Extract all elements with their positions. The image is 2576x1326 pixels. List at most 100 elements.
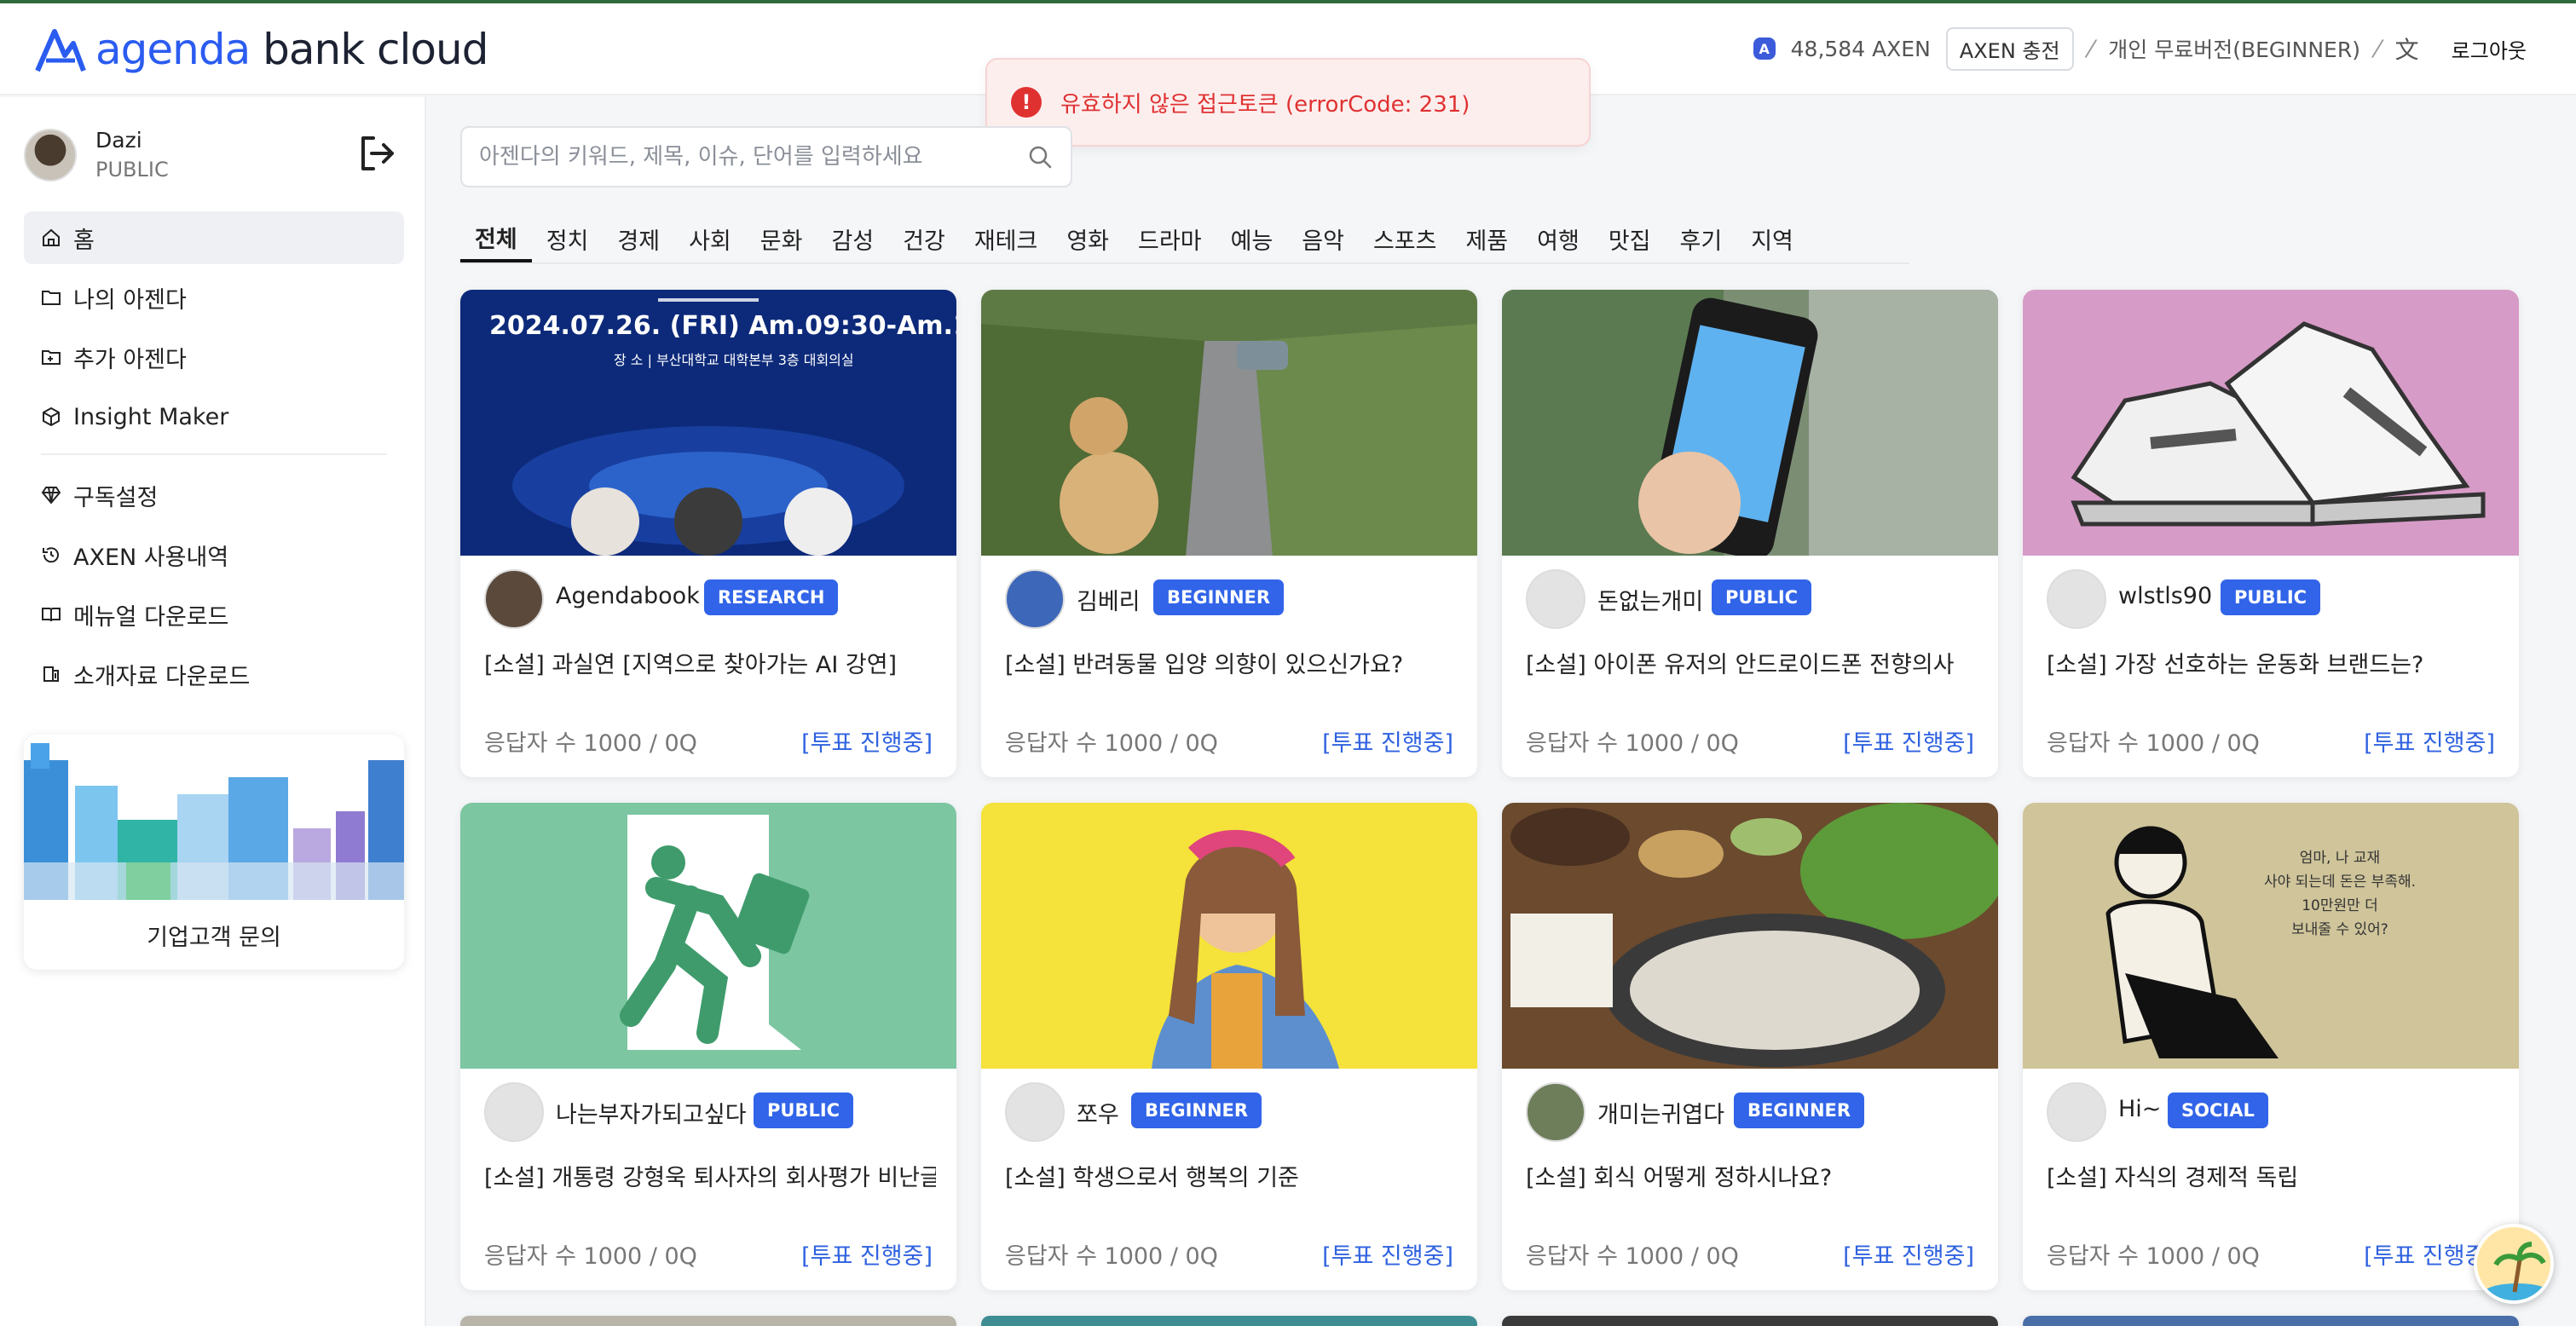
user-avatar [24,128,77,182]
author-avatar [1005,569,1065,629]
respondent-count: 응답자 수 1000 / 0Q [1526,1243,1739,1270]
sidebar: Dazi PUBLIC 홈 나의 아젠다 추가 아젠다 Insight Make… [0,97,426,1326]
vote-status-link[interactable]: [투표 진행중] [1843,1237,1974,1271]
sidebar-item-subscription[interactable]: 구독설정 [24,469,404,522]
sidebar-item-insight-maker[interactable]: Insight Maker [24,390,404,443]
user-profile[interactable]: Dazi PUBLIC [24,128,169,182]
tab-emotion[interactable]: 감성 [817,215,888,262]
diamond-icon [41,487,61,504]
tier-badge: BEGINNER [1153,579,1285,615]
respondent-count: 응답자 수 1000 / 0Q [484,1243,697,1270]
poster-headline: 2024.07.26. (FRI) Am.09:30-Am.12:00 [489,311,956,341]
tier-badge: PUBLIC [1712,579,1812,615]
plan-label[interactable]: 개인 무료버전(BEGINNER) [2108,33,2360,64]
enterprise-inquiry-card[interactable]: 기업고객 문의 [24,735,404,970]
vote-status-link[interactable]: [투표 진행중] [1322,724,1453,758]
vote-status-link[interactable]: [투표 진행중] [1843,724,1974,758]
author-name: Agendabook [556,583,700,609]
agenda-title: [소설] 아이폰 유저의 안드로이드폰 전향의사 [1526,652,1955,678]
tab-movie[interactable]: 영화 [1052,215,1123,262]
tab-society[interactable]: 사회 [674,215,746,262]
agenda-title: [소설] 가장 선호하는 운동화 브랜드는? [2047,652,2424,678]
sidebar-item-label: Insight Maker [73,403,229,430]
agenda-card[interactable]: 쪼우 BEGINNER [소설] 학생으로서 행복의 기준 응답자 수 1000… [981,803,1477,1290]
header-actions: A 48,584 AXEN AXEN 충전 ⁄ 개인 무료버전(BEGINNER… [1753,26,2527,71]
sidebar-item-intro-download[interactable]: 소개자료 다운로드 [24,648,404,700]
agenda-card[interactable] [981,1316,1477,1326]
tab-product[interactable]: 제품 [1451,215,1522,262]
vote-status-link[interactable]: [투표 진행중] [801,724,933,758]
tier-badge: SOCIAL [2168,1093,2268,1128]
sidebar-item-axen-history[interactable]: AXEN 사용내역 [24,528,404,581]
speech-line: 10만원만 더 [2302,897,2378,914]
sidebar-item-added-agenda[interactable]: 추가 아젠다 [24,331,404,383]
tab-economy[interactable]: 경제 [603,215,674,262]
tab-entertainment[interactable]: 예능 [1216,215,1288,262]
agenda-card[interactable] [2023,1316,2519,1326]
korean-bbq-image [1502,803,1998,1069]
sign-out-icon[interactable] [355,131,399,176]
tab-health[interactable]: 건강 [888,215,960,262]
translate-icon[interactable]: 文 [2395,32,2419,66]
tab-drama[interactable]: 드라마 [1123,215,1216,262]
chat-assistant-button[interactable] [2474,1224,2554,1304]
tier-badge: BEGINNER [1131,1093,1262,1128]
axen-charge-button[interactable]: AXEN 충전 [1945,26,2074,71]
category-tabs: 전체 정치 경제 사회 문화 감성 건강 재테크 영화 드라마 예능 음악 스포… [460,215,1909,264]
logo-wordmark: agenda bank cloud [95,25,488,74]
search-icon[interactable] [1026,143,1054,170]
respondent-count: 응답자 수 1000 / 0Q [1526,730,1739,757]
agenda-card[interactable]: 엄마, 나 교재 사야 되는데 돈은 부족해. 10만원만 더 보내줄 수 있어… [2023,803,2519,1290]
search-bar[interactable] [460,126,1072,187]
tab-sports[interactable]: 스포츠 [1359,215,1452,262]
tab-culture[interactable]: 문화 [746,215,817,262]
author-name: 쪼우 [1077,1102,1119,1128]
respondent-count: 응답자 수 1000 / 0Q [1005,1243,1218,1270]
logo-word-bankcloud: bank cloud [263,25,488,74]
tab-review[interactable]: 후기 [1666,215,1737,262]
author-avatar [2047,1082,2106,1142]
tab-travel[interactable]: 여행 [1522,215,1594,262]
respondent-count: 응답자 수 1000 / 0Q [2047,1243,2260,1270]
author-avatar [484,569,544,629]
logout-button[interactable]: 로그아웃 [2452,34,2527,64]
agenda-card[interactable]: 김베리 BEGINNER [소설] 반려동물 입양 의향이 있으신가요? 응답자… [981,290,1477,777]
tier-badge: RESEARCH [704,579,839,615]
author-avatar [2047,569,2106,629]
author-name: 개미는귀엽다 [1597,1102,1725,1128]
agenda-card[interactable]: 나는부자가되고싶다 PUBLIC [소설] 개통령 강형욱 퇴사자의 회사평가 … [460,803,956,1290]
speech-line: 사야 되는데 돈은 부족해. [2264,873,2416,891]
author-name: 나는부자가되고싶다 [556,1102,747,1128]
agenda-card[interactable]: wlstls90 PUBLIC [소설] 가장 선호하는 운동화 브랜드는? 응… [2023,290,2519,777]
agenda-title: [소설] 과실연 [지역으로 찾아가는 AI 강연] [484,652,898,678]
search-input[interactable] [479,144,1026,170]
agenda-card[interactable] [460,1316,956,1326]
sidebar-item-my-agenda[interactable]: 나의 아젠다 [24,271,404,324]
agenda-card[interactable]: 돈없는개미 PUBLIC [소설] 아이폰 유저의 안드로이드폰 전향의사 응답… [1502,290,1998,777]
logo-mark-icon [35,29,86,72]
sidebar-item-home[interactable]: 홈 [24,211,404,264]
enterprise-inquiry-label: 기업고객 문의 [147,924,281,951]
sidebar-item-label: 추가 아젠다 [73,346,187,373]
divider-slash-icon: ⁄ [2088,34,2094,63]
vote-status-link[interactable]: [투표 진행중] [801,1237,933,1271]
tab-music[interactable]: 음악 [1287,215,1359,262]
brand-logo[interactable]: agenda bank cloud [34,22,488,77]
logo-word-agenda: agenda [95,25,251,74]
sidebar-item-manual-download[interactable]: 메뉴얼 다운로드 [24,588,404,641]
tab-restaurant[interactable]: 맛집 [1594,215,1666,262]
agenda-title: [소설] 회식 어떻게 정하시나요? [1526,1165,1833,1191]
sidebar-item-label: 나의 아젠다 [73,286,187,314]
vote-status-link[interactable]: [투표 진행중] [2364,724,2495,758]
respondent-count: 응답자 수 1000 / 0Q [1005,730,1218,757]
tab-all[interactable]: 전체 [460,215,532,262]
agenda-card[interactable] [1502,1316,1998,1326]
tab-region[interactable]: 지역 [1736,215,1808,262]
vote-status-link[interactable]: [투표 진행중] [1322,1237,1453,1271]
agenda-title: [소설] 학생으로서 행복의 기준 [1005,1165,1299,1191]
agenda-card[interactable]: 개미는귀엽다 BEGINNER [소설] 회식 어떻게 정하시나요? 응답자 수… [1502,803,1998,1290]
folder-add-icon [42,350,61,365]
tab-finance[interactable]: 재테크 [960,215,1053,262]
agenda-card[interactable]: 2024.07.26. (FRI) Am.09:30-Am.12:00 장 소 … [460,290,956,777]
tab-politics[interactable]: 정치 [532,215,604,262]
